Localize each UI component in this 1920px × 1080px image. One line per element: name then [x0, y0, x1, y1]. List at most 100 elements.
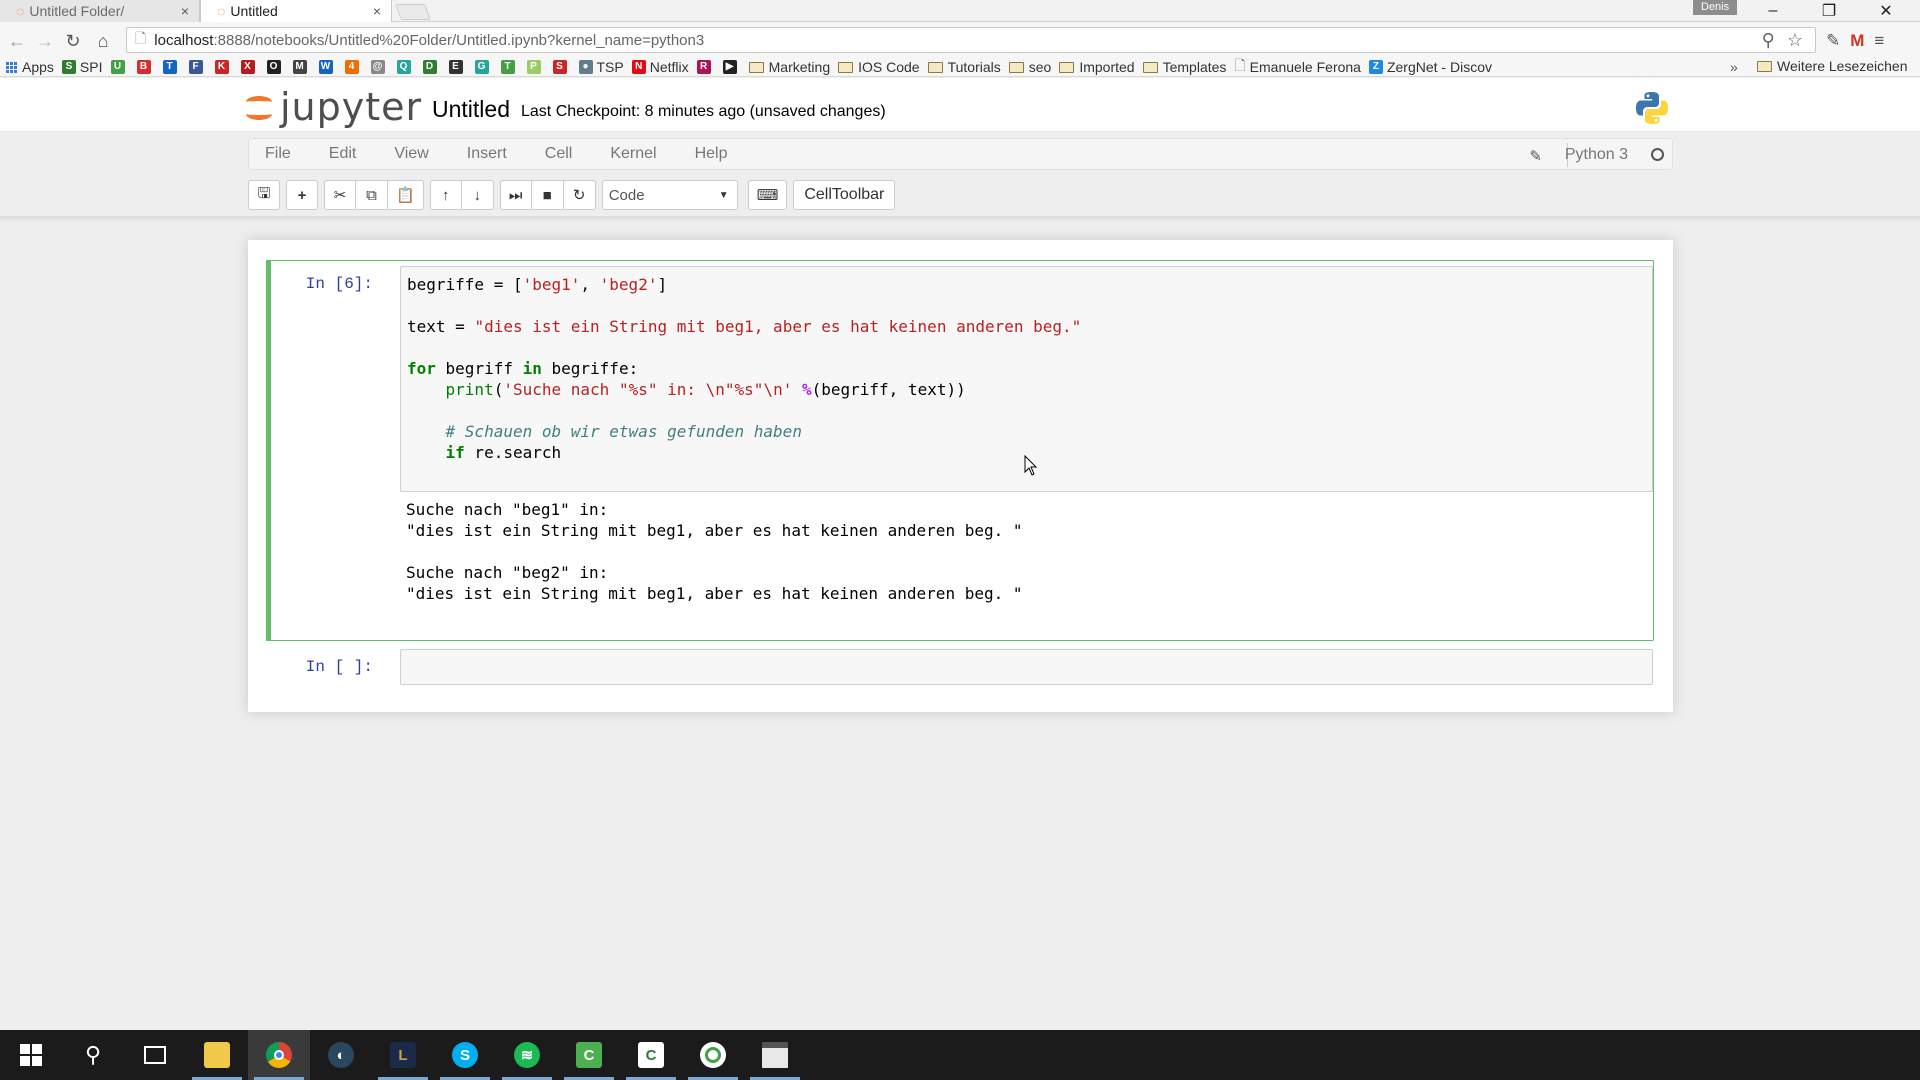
bookmark-item[interactable]: S SPI [61, 59, 103, 75]
bookmark-star-icon[interactable]: ☆ [1787, 30, 1803, 51]
jupyter-logo-icon [246, 92, 272, 122]
bookmark-item[interactable]: Marketing [748, 59, 830, 75]
bookmark-item[interactable]: U [110, 60, 129, 74]
paste-icon[interactable]: 📋 [388, 180, 424, 210]
bookmark-item[interactable]: X [240, 60, 259, 74]
address-bar[interactable]: 🗋 localhost:8888/notebooks/Untitled%20Fo… [126, 27, 1816, 53]
bookmark-item[interactable]: K [214, 60, 233, 74]
browser-menu-icon[interactable]: ≡ [1874, 31, 1884, 51]
close-tab-icon[interactable]: × [373, 3, 381, 19]
spotify-icon[interactable]: ≋ [496, 1030, 558, 1080]
move-down-arrow-icon[interactable]: ↓ [461, 180, 494, 210]
other-bookmarks-folder[interactable]: Weitere Lesezeichen [1757, 58, 1907, 74]
bookmarks-overflow-chevron-icon[interactable]: » [1730, 59, 1738, 75]
menu-kernel[interactable]: Kernel [610, 145, 656, 163]
start-windows-icon[interactable] [0, 1030, 62, 1080]
menu-edit[interactable]: Edit [329, 145, 357, 163]
code-cell-empty[interactable]: In [ ]: [266, 640, 1654, 700]
steam-icon[interactable]: ◐ [310, 1030, 372, 1080]
lightroom-icon[interactable]: L [372, 1030, 434, 1080]
bookmark-item[interactable]: ● TSP [578, 59, 624, 75]
bookmark-item[interactable]: F [188, 60, 207, 74]
menu-view[interactable]: View [394, 145, 428, 163]
save-icon[interactable]: 🖫 [248, 180, 280, 210]
menu-help[interactable]: Help [695, 145, 728, 163]
browser-navbar: ← → ↻ ⌂ 🗋 localhost:8888/notebooks/Untit… [0, 22, 1920, 58]
chrome-icon[interactable] [248, 1030, 310, 1080]
restore-window-button[interactable]: ❐ [1801, 0, 1857, 22]
bookmark-item[interactable]: Imported [1059, 59, 1135, 75]
new-tab-button[interactable] [395, 4, 431, 20]
bookmark-item[interactable]: M [292, 60, 311, 74]
bookmark-item[interactable]: T [500, 60, 519, 74]
bookmark-item[interactable]: Tutorials [927, 59, 1001, 75]
skype-icon[interactable]: S [434, 1030, 496, 1080]
file-explorer-icon[interactable] [186, 1030, 248, 1080]
bookmark-item[interactable]: Q [396, 60, 415, 74]
bookmark-item[interactable]: T [162, 60, 181, 74]
menu-cell[interactable]: Cell [545, 145, 573, 163]
camtasia-green-icon[interactable]: C [558, 1030, 620, 1080]
q-favicon-icon: Q [396, 60, 411, 74]
bookmark-item[interactable]: IOS Code [838, 59, 920, 75]
celltoolbar-button[interactable]: CellToolbar [793, 180, 896, 210]
browser-tab-untitled-folder[interactable]: ◌ Untitled Folder/ × [0, 0, 200, 22]
bookmark-label: Weitere Lesezeichen [1777, 58, 1908, 74]
menu-file[interactable]: File [265, 145, 291, 163]
code-content[interactable]: begriffe = ['beg1', 'beg2'] text = "dies… [401, 267, 1652, 470]
close-window-button[interactable]: ✕ [1858, 0, 1914, 22]
command-palette-keyboard-icon[interactable]: ⌨ [747, 180, 788, 210]
bookmark-item[interactable]: Templates [1142, 59, 1226, 75]
jupyter-logo[interactable]: jupyter [246, 88, 422, 126]
interrupt-stop-icon[interactable]: ■ [531, 180, 564, 210]
forward-arrow-icon[interactable]: → [34, 30, 56, 52]
bookmark-item[interactable]: B [136, 60, 155, 74]
camtasia-white-icon[interactable]: C [620, 1030, 682, 1080]
bookmark-item[interactable]: 4 [344, 60, 363, 74]
home-icon[interactable]: ⌂ [92, 30, 114, 52]
bookmark-item[interactable]: D [422, 60, 441, 74]
minimize-window-button[interactable]: – [1745, 0, 1801, 22]
page-icon: 🗋 [135, 30, 147, 46]
bookmark-item[interactable]: @ [370, 60, 389, 74]
bookmark-item[interactable]: W [318, 60, 337, 74]
menu-insert[interactable]: Insert [467, 145, 507, 163]
restart-kernel-icon[interactable]: ↻ [563, 180, 596, 210]
bookmark-item[interactable]: O [266, 60, 285, 74]
kernel-name[interactable]: Python 3 [1565, 146, 1628, 164]
@-favicon-icon: @ [370, 60, 385, 74]
browser-tab-untitled[interactable]: ◌ Untitled × [200, 0, 392, 22]
bookmark-item[interactable]: R [696, 60, 715, 74]
r-favicon-icon: R [696, 60, 711, 74]
bookmark-item[interactable]: E [448, 60, 467, 74]
back-arrow-icon[interactable]: ← [6, 30, 28, 52]
reload-icon[interactable]: ↻ [62, 30, 84, 52]
move-up-arrow-icon[interactable]: ↑ [429, 180, 462, 210]
insert-cell-plus-icon[interactable]: + [286, 180, 318, 210]
gmail-extension-icon[interactable]: M [1850, 31, 1864, 51]
bookmark-item[interactable]: P [526, 60, 545, 74]
bookmark-item[interactable]: Apps [6, 59, 54, 75]
copy-icon[interactable]: ⧉ [356, 180, 388, 210]
cell-type-select[interactable]: Code ▼ [601, 180, 738, 210]
zoom-icon[interactable]: ⚲ [1762, 30, 1775, 51]
terminal-app-icon[interactable] [744, 1030, 806, 1080]
search-icon[interactable]: ⚲ [62, 1030, 124, 1080]
profile-badge[interactable]: Denis [1693, 0, 1738, 15]
task-view-icon[interactable] [124, 1030, 186, 1080]
cut-scissors-icon[interactable]: ✂ [324, 180, 356, 210]
notebook-title[interactable]: Untitled [432, 96, 510, 123]
bookmark-item[interactable]: Z ZergNet - Discov [1368, 59, 1492, 75]
bookmark-item[interactable]: G [474, 60, 493, 74]
bookmark-item[interactable]: N Netflix [631, 59, 689, 75]
bookmark-item[interactable]: ▶ [722, 60, 741, 74]
jupyter-app-icon[interactable] [682, 1030, 744, 1080]
bookmark-item[interactable]: S [552, 60, 571, 74]
bookmark-item[interactable]: 🗋 Emanuele Ferona [1234, 58, 1361, 76]
extension-pen-icon[interactable]: ✎ [1826, 31, 1840, 51]
code-cell-selected[interactable]: In [6]: begriffe = ['beg1', 'beg2'] text… [266, 260, 1654, 641]
code-editor[interactable] [400, 649, 1653, 685]
run-cell-step-icon[interactable]: ⏭ [499, 180, 532, 210]
close-tab-icon[interactable]: × [181, 3, 189, 19]
bookmark-item[interactable]: seo [1008, 59, 1051, 75]
